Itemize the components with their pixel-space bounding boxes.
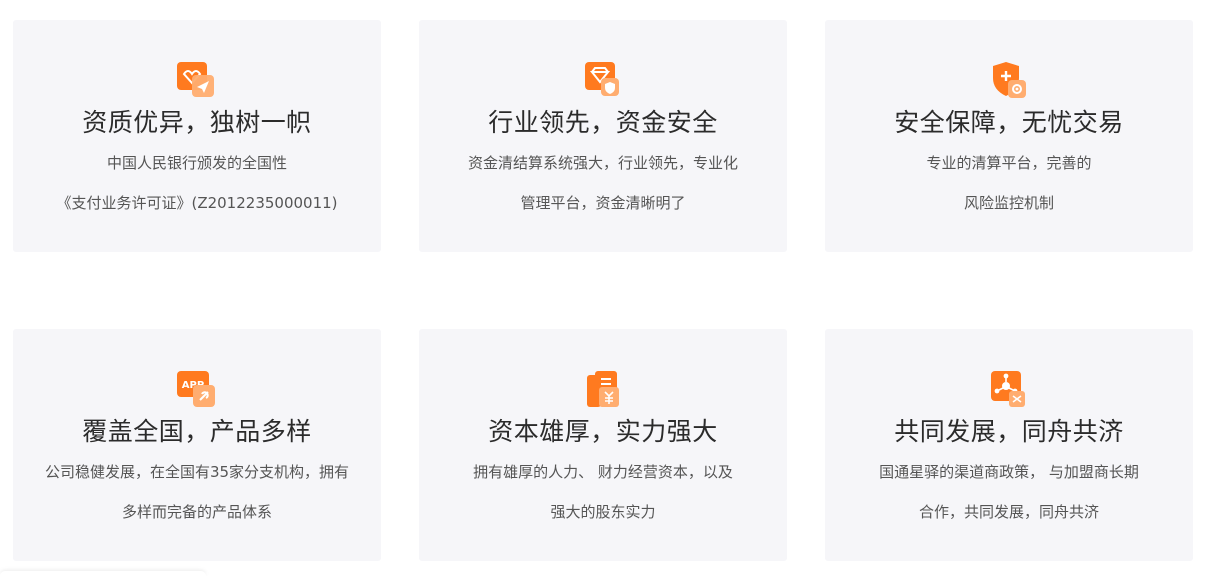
- card-title: 覆盖全国，产品多样: [82, 417, 312, 446]
- card-title: 资本雄厚，实力强大: [488, 417, 718, 446]
- network-partner-icon: [987, 367, 1031, 411]
- floating-panel-edge: [0, 571, 206, 576]
- card-title: 行业领先，资金安全: [488, 108, 718, 137]
- card-description-line: 公司稳健发展，在全国有35家分支机构，拥有: [44, 463, 350, 481]
- feature-card-security: 安全保障，无忧交易 专业的清算平台，完善的 风险监控机制: [825, 20, 1193, 252]
- feature-card-qualification: 资质优异，独树一帜 中国人民银行颁发的全国性 《支付业务许可证》(Z201223…: [13, 20, 381, 252]
- shield-gear-icon: [987, 58, 1031, 102]
- card-description-line: 中国人民银行颁发的全国性: [106, 154, 287, 172]
- card-title: 资质优异，独树一帜: [82, 108, 312, 137]
- feature-card-industry-leading: 行业领先，资金安全 资金清结算系统强大，行业领先，专业化 管理平台，资金清晰明了: [419, 20, 787, 252]
- feature-grid: 资质优异，独树一帜 中国人民银行颁发的全国性 《支付业务许可证》(Z201223…: [0, 0, 1206, 576]
- card-description-line: 强大的股东实力: [550, 503, 656, 521]
- card-title: 安全保障，无忧交易: [894, 108, 1124, 137]
- card-description-line: 《支付业务许可证》(Z2012235000011): [56, 194, 338, 212]
- app-icon: APP: [175, 367, 219, 411]
- card-description-line: 专业的清算平台，完善的: [926, 154, 1092, 172]
- card-description-line: 合作，共同发展，同舟共济: [918, 503, 1099, 521]
- card-description-line: 资金清结算系统强大，行业领先，专业化: [467, 154, 738, 172]
- certificate-icon: [175, 58, 219, 102]
- feature-card-capital: 资本雄厚，实力强大 拥有雄厚的人力、 财力经营资本，以及 强大的股东实力: [419, 329, 787, 561]
- capital-document-icon: [581, 367, 625, 411]
- card-description-line: 风险监控机制: [963, 194, 1054, 212]
- card-description-line: 管理平台，资金清晰明了: [520, 194, 686, 212]
- diamond-shield-icon: [581, 58, 625, 102]
- card-description-line: 拥有雄厚的人力、 财力经营资本，以及: [473, 463, 733, 481]
- card-description-line: 国通星驿的渠道商政策， 与加盟商长期: [879, 463, 1139, 481]
- card-description-line: 多样而完备的产品体系: [121, 503, 272, 521]
- card-title: 共同发展，同舟共济: [894, 417, 1124, 446]
- feature-card-nationwide: APP 覆盖全国，产品多样 公司稳健发展，在全国有35家分支机构，拥有 多样而完…: [13, 329, 381, 561]
- feature-card-partnership: 共同发展，同舟共济 国通星驿的渠道商政策， 与加盟商长期 合作，共同发展，同舟共…: [825, 329, 1193, 561]
